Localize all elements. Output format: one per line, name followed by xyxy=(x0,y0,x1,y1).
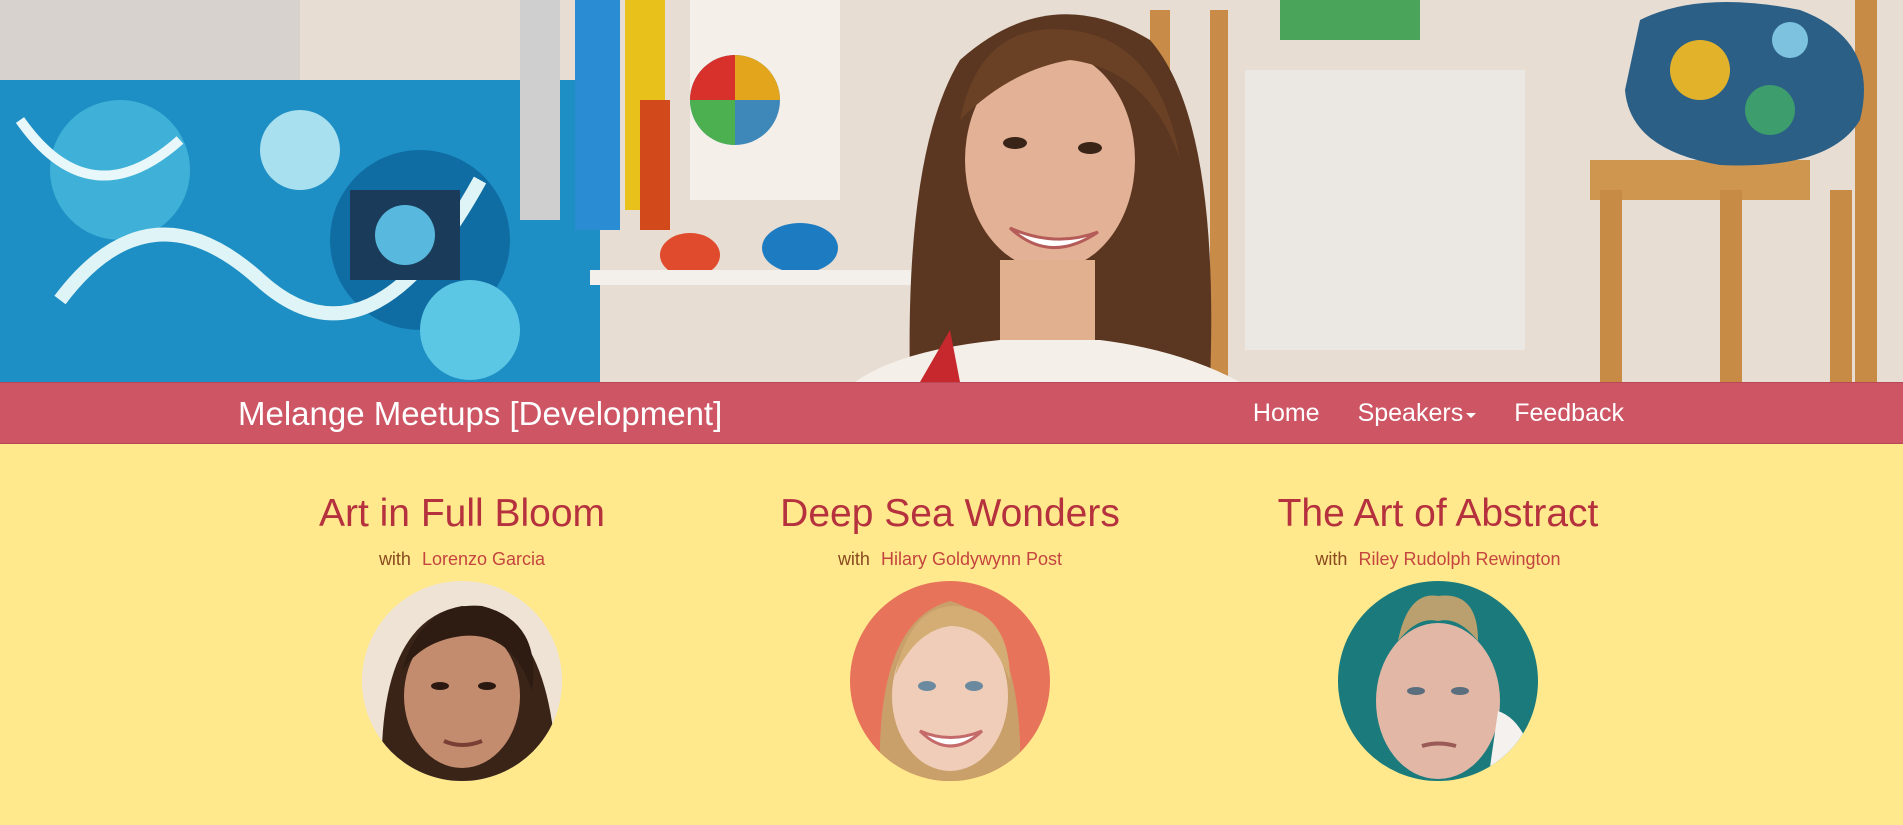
nav-speakers-dropdown[interactable]: Speakers xyxy=(1339,399,1496,428)
speaker-link[interactable]: Riley Rudolph Rewington xyxy=(1358,549,1560,569)
speaker-avatar[interactable] xyxy=(1338,581,1538,781)
meetup-speaker-line: with Lorenzo Garcia xyxy=(222,549,702,570)
meetup-card: Art in Full Bloom with Lorenzo Garcia xyxy=(222,444,702,781)
nav-feedback-link[interactable]: Feedback xyxy=(1495,399,1643,428)
with-label: with xyxy=(378,549,411,569)
meetup-speaker-line: with Hilary Goldywynn Post xyxy=(710,549,1190,570)
meetup-title: The Art of Abstract xyxy=(1277,492,1599,535)
nav-home-link[interactable]: Home xyxy=(1234,399,1339,428)
meetup-card: The Art of Abstract with Riley Rudolph R… xyxy=(1198,444,1678,781)
meetup-card: Deep Sea Wonders with Hilary Goldywynn P… xyxy=(710,444,1190,781)
speaker-link[interactable]: Hilary Goldywynn Post xyxy=(881,549,1062,569)
speaker-avatar[interactable] xyxy=(850,581,1050,781)
speaker-link[interactable]: Lorenzo Garcia xyxy=(422,549,545,569)
with-label: with xyxy=(837,549,870,569)
nav-menu: Home Speakers Feedback xyxy=(1234,399,1643,428)
meetup-title: Art in Full Bloom xyxy=(318,492,606,535)
hero-banner-image xyxy=(0,0,1903,382)
brand-link[interactable]: Melange Meetups [Development] xyxy=(238,395,722,433)
meetups-section: Art in Full Bloom with Lorenzo Garcia De… xyxy=(0,444,1903,825)
caret-down-icon xyxy=(1466,413,1477,418)
top-navbar: Melange Meetups [Development] Home Speak… xyxy=(0,382,1903,444)
speaker-avatar[interactable] xyxy=(362,581,562,781)
nav-speakers-label: Speakers xyxy=(1357,399,1464,427)
with-label: with xyxy=(1315,549,1348,569)
meetup-speaker-line: with Riley Rudolph Rewington xyxy=(1198,549,1678,570)
meetup-title: Deep Sea Wonders xyxy=(780,492,1120,535)
